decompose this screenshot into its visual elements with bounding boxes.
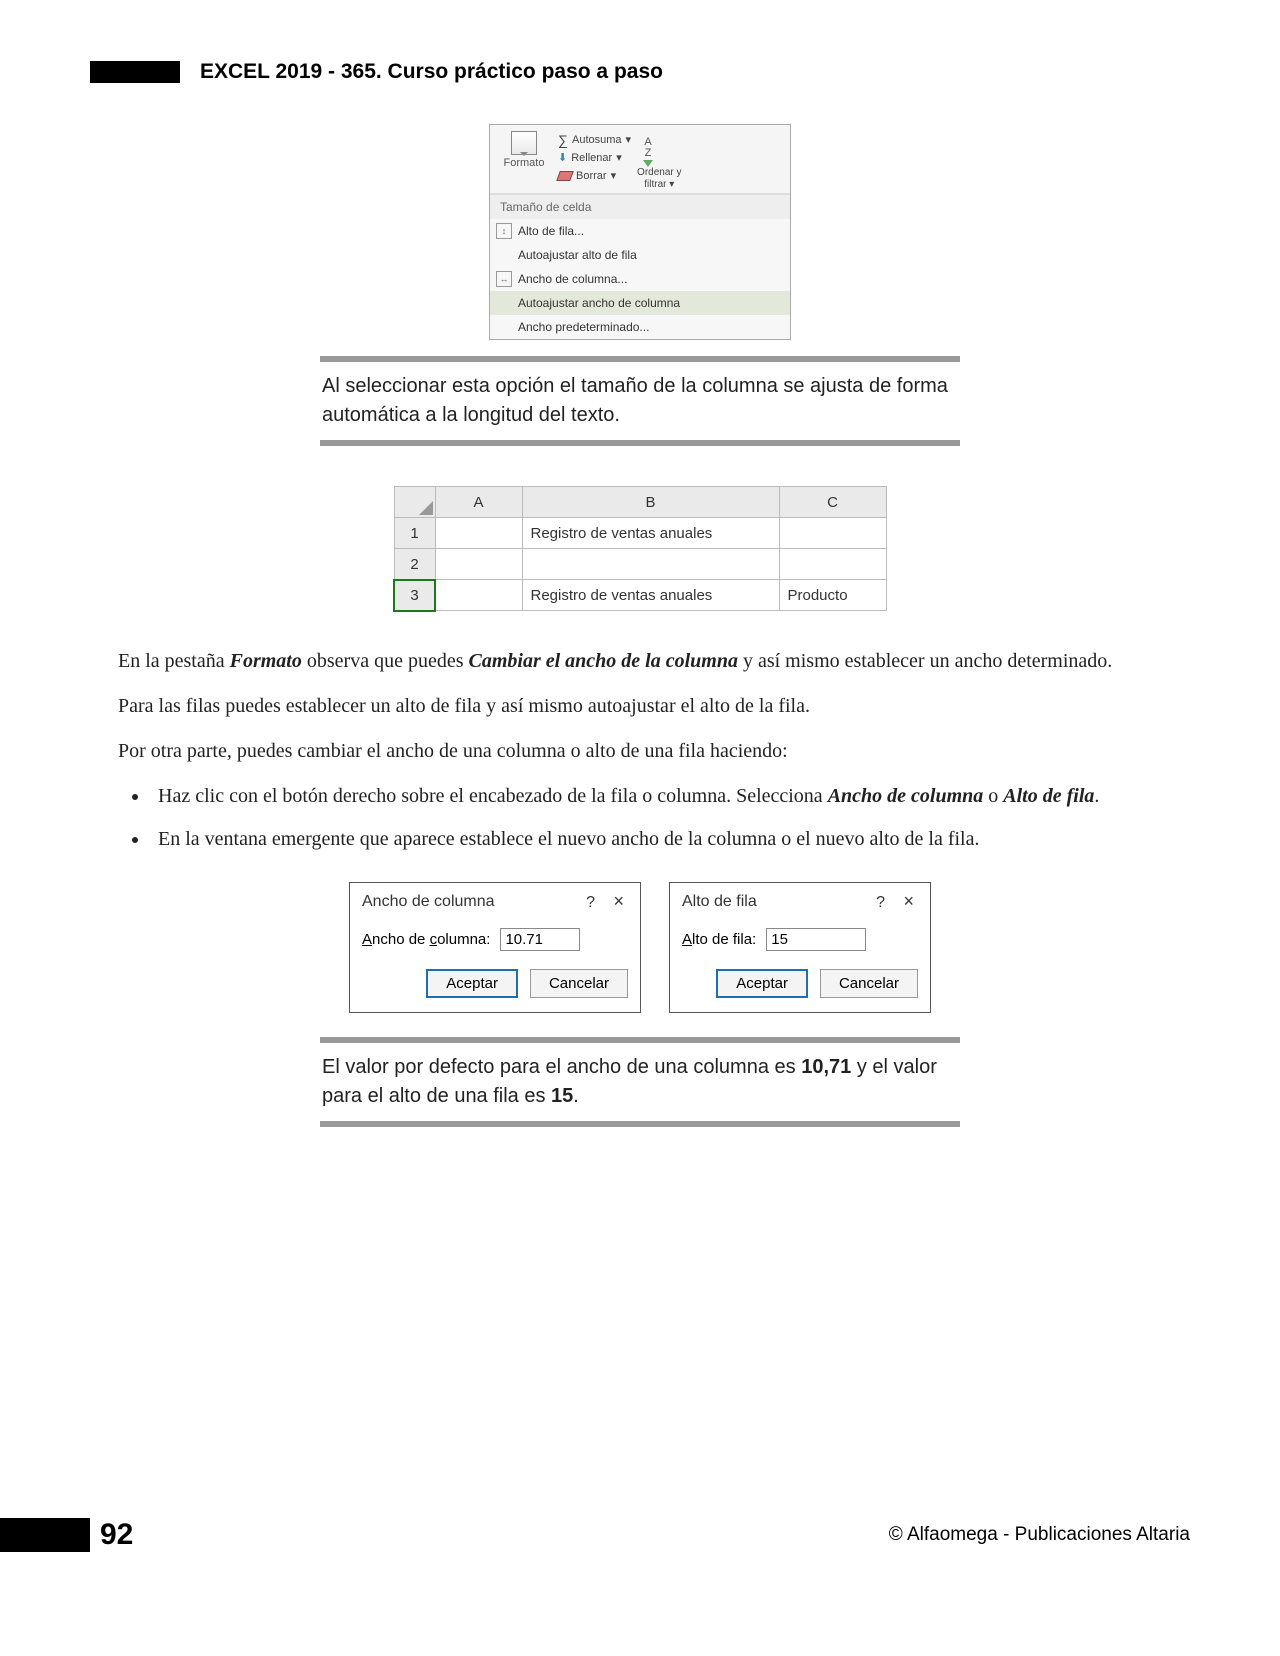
eraser-icon xyxy=(556,171,574,181)
cell-B3[interactable]: Registro de ventas anuales xyxy=(522,580,779,611)
dd-alto-fila[interactable]: ↕Alto de fila... xyxy=(490,219,790,243)
dd-ancho-columna[interactable]: ↔Ancho de columna... xyxy=(490,267,790,291)
ancho-input[interactable] xyxy=(500,928,580,951)
header-title: EXCEL 2019 - 365. Curso práctico paso a … xyxy=(200,60,663,84)
col-width-icon: ↔ xyxy=(496,271,512,287)
dlg-alto-title: Alto de fila xyxy=(682,893,757,911)
row-height-icon: ↕ xyxy=(496,223,512,239)
help-icon[interactable]: ? xyxy=(866,894,895,911)
col-header-C[interactable]: C xyxy=(779,487,886,518)
note-1-text: Al seleccionar esta opción el tamaño de … xyxy=(320,368,960,434)
ribbon-sort-filter[interactable]: AZ Ordenar y filtrar ▾ xyxy=(637,131,681,191)
row-header-1[interactable]: 1 xyxy=(394,518,435,549)
cell-A3[interactable] xyxy=(435,580,522,611)
note-2: El valor por defecto para el ancho de un… xyxy=(320,1037,960,1127)
para-2: Para las filas puedes establecer un alto… xyxy=(90,692,1190,721)
aceptar-button[interactable]: Aceptar xyxy=(716,969,808,998)
dlg-alto-label: Alto de fila: xyxy=(682,931,756,948)
dialog-ancho-columna: Ancho de columna ? × Ancho de columna: A… xyxy=(349,882,641,1013)
cell-B2[interactable] xyxy=(522,549,779,580)
dialog-alto-fila: Alto de fila ? × Alto de fila: Aceptar C… xyxy=(669,882,931,1013)
close-icon[interactable]: × xyxy=(899,891,918,911)
sort-icon: AZ xyxy=(637,135,659,167)
note-2-text: El valor por defecto para el ancho de un… xyxy=(320,1049,960,1115)
cell-C1[interactable] xyxy=(779,518,886,549)
fill-icon: ⬇ xyxy=(558,149,567,167)
col-header-B[interactable]: B xyxy=(522,487,779,518)
cancelar-button[interactable]: Cancelar xyxy=(820,969,918,998)
help-icon[interactable]: ? xyxy=(576,894,605,911)
cell-C3[interactable]: Producto xyxy=(779,580,886,611)
row-header-2[interactable]: 2 xyxy=(394,549,435,580)
ribbon-rellenar[interactable]: ⬇Rellenar ▾ xyxy=(558,149,631,167)
copyright: © Alfaomega - Publicaciones Altaria xyxy=(889,1524,1190,1546)
dlg-ancho-title: Ancho de columna xyxy=(362,893,495,911)
formato-icon xyxy=(511,131,537,155)
cancelar-button[interactable]: Cancelar xyxy=(530,969,628,998)
aceptar-button[interactable]: Aceptar xyxy=(426,969,518,998)
dd-autoajustar-alto[interactable]: Autoajustar alto de fila xyxy=(490,243,790,267)
close-icon[interactable]: × xyxy=(609,891,628,911)
footer-block xyxy=(0,1518,90,1552)
dd-autoajustar-ancho[interactable]: Autoajustar ancho de columna xyxy=(490,291,790,315)
cell-B1[interactable]: Registro de ventas anuales xyxy=(522,518,779,549)
note-1: Al seleccionar esta opción el tamaño de … xyxy=(320,356,960,446)
header-block xyxy=(90,61,180,83)
dlg-ancho-label: Ancho de columna: xyxy=(362,931,490,948)
bullet-1: Haz clic con el botón derecho sobre el e… xyxy=(150,782,1190,811)
para-1: En la pestaña Formato observa que puedes… xyxy=(90,647,1190,676)
page-footer: 92 © Alfaomega - Publicaciones Altaria xyxy=(0,1518,1280,1552)
para-3: Por otra parte, puedes cambiar el ancho … xyxy=(90,737,1190,766)
col-header-A[interactable]: A xyxy=(435,487,522,518)
select-all-corner[interactable] xyxy=(394,487,435,518)
sheet-sample: A B C 1 Registro de ventas anuales 2 3 R… xyxy=(394,486,887,611)
ribbon-borrar[interactable]: Borrar ▾ xyxy=(558,167,631,185)
ribbon-screenshot: Formato ∑Autosuma ▾ ⬇Rellenar ▾ Borrar ▾… xyxy=(489,124,791,340)
page-header: EXCEL 2019 - 365. Curso práctico paso a … xyxy=(90,60,1190,84)
ribbon-formato-button[interactable]: Formato xyxy=(496,131,552,191)
ribbon-autosuma[interactable]: ∑Autosuma ▾ xyxy=(558,131,631,149)
alto-input[interactable] xyxy=(766,928,866,951)
cell-A2[interactable] xyxy=(435,549,522,580)
row-header-3[interactable]: 3 xyxy=(394,580,435,611)
cell-A1[interactable] xyxy=(435,518,522,549)
page-number: 92 xyxy=(100,1518,133,1552)
bullet-2: En la ventana emergente que aparece esta… xyxy=(150,825,1190,854)
cell-C2[interactable] xyxy=(779,549,886,580)
dd-ancho-predet[interactable]: Ancho predeterminado... xyxy=(490,315,790,339)
bullet-list: Haz clic con el botón derecho sobre el e… xyxy=(90,782,1190,854)
dropdown-section: Tamaño de celda xyxy=(490,194,790,219)
sigma-icon: ∑ xyxy=(558,131,568,149)
